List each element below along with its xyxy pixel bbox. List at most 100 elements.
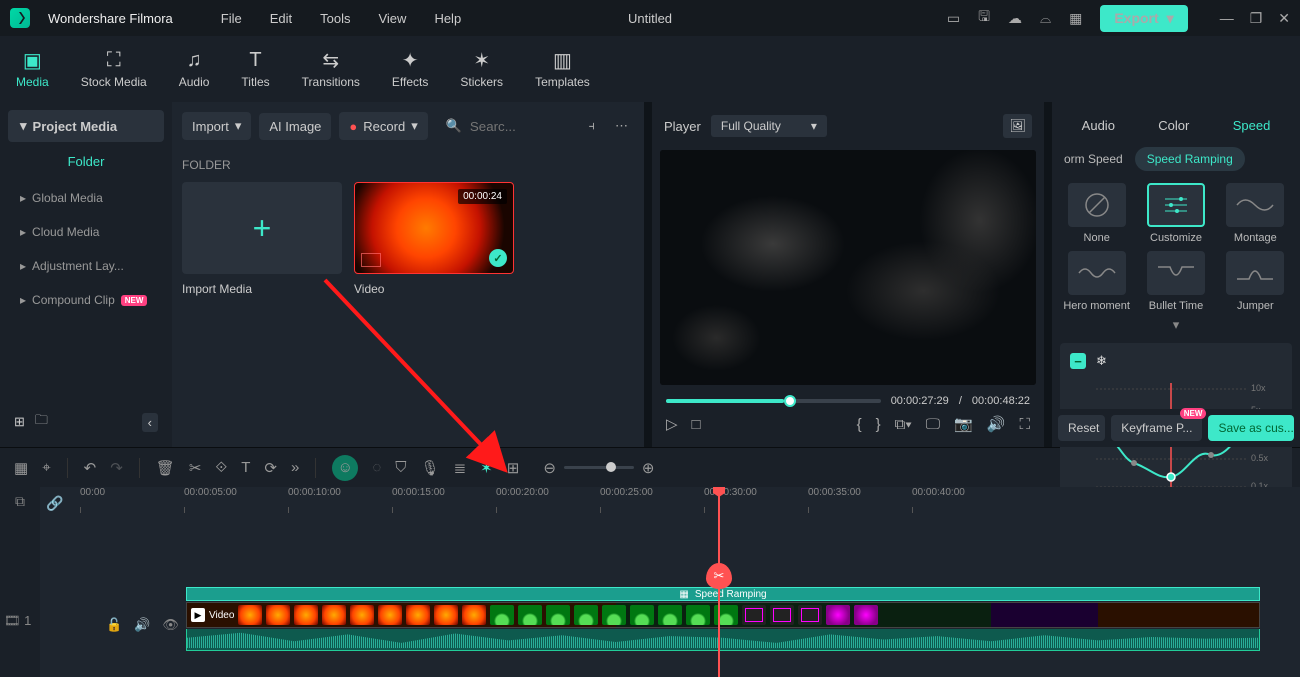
crop-icon[interactable]: ⟐ bbox=[215, 459, 227, 476]
more-tools-icon[interactable]: » bbox=[291, 459, 299, 476]
new-folder-icon[interactable]: 🗀 bbox=[35, 411, 48, 433]
menu-view[interactable]: View bbox=[378, 11, 406, 26]
preview-canvas[interactable] bbox=[660, 150, 1036, 385]
minimize-button[interactable]: — bbox=[1220, 10, 1234, 27]
ai-assistant-icon[interactable]: ☺ bbox=[332, 455, 358, 481]
scrub-thumb[interactable] bbox=[784, 395, 796, 407]
visibility-icon[interactable]: 👁 bbox=[162, 617, 179, 633]
tab-titles[interactable]: TTitles bbox=[225, 49, 285, 89]
cloud-icon[interactable]: ☁ bbox=[1008, 10, 1022, 27]
tab-transitions[interactable]: ⇆Transitions bbox=[286, 49, 376, 89]
folder-tab[interactable]: Folder bbox=[8, 142, 164, 181]
marker-icon[interactable]: ✶ bbox=[480, 459, 493, 477]
close-button[interactable]: ✕ bbox=[1278, 10, 1290, 27]
sidebar-global-media[interactable]: ▸Global Media bbox=[8, 181, 164, 215]
save-custom-button[interactable]: Save as cus... bbox=[1208, 415, 1294, 441]
speed-ramping-tab[interactable]: Speed Ramping bbox=[1135, 147, 1245, 171]
video-track-icon[interactable]: 🎞 1 bbox=[4, 613, 31, 629]
preset-bullet-time[interactable]: Bullet Time bbox=[1139, 251, 1212, 313]
tab-templates[interactable]: ▥Templates bbox=[519, 49, 606, 89]
grid-icon[interactable]: ▦ bbox=[1069, 10, 1082, 27]
tab-media[interactable]: ▣Media bbox=[0, 49, 65, 89]
preset-jumper[interactable]: Jumper bbox=[1219, 251, 1292, 313]
zoom-slider[interactable] bbox=[564, 466, 634, 469]
add-media-icon[interactable]: ⊞ bbox=[507, 459, 520, 477]
tab-speed[interactable]: Speed bbox=[1223, 114, 1281, 137]
more-icon[interactable]: ⋯ bbox=[609, 112, 634, 140]
camera-icon[interactable]: 📷 bbox=[954, 415, 973, 433]
mute-icon[interactable]: 🔊 bbox=[134, 617, 150, 633]
link-icon[interactable]: 🔗 bbox=[46, 495, 63, 512]
menu-file[interactable]: File bbox=[221, 11, 242, 26]
tab-audio[interactable]: Audio bbox=[1072, 114, 1125, 137]
freeze-frame-icon[interactable]: ❄ bbox=[1096, 353, 1107, 369]
play-button[interactable]: ▷ bbox=[666, 415, 678, 433]
expand-presets[interactable]: ▾ bbox=[1060, 317, 1292, 333]
grid-icon[interactable]: ▦ bbox=[14, 459, 28, 477]
volume-icon[interactable]: 🔊 bbox=[987, 415, 1006, 433]
remove-keyframe-icon[interactable]: − bbox=[1070, 353, 1086, 369]
add-folder-icon[interactable]: ⊞ bbox=[14, 414, 25, 430]
sidebar-cloud-media[interactable]: ▸Cloud Media bbox=[8, 215, 164, 249]
delete-icon[interactable]: 🗑 bbox=[156, 459, 175, 477]
preset-hero-moment[interactable]: Hero moment bbox=[1060, 251, 1133, 313]
shield-icon[interactable]: ⛉ bbox=[395, 459, 406, 476]
uniform-speed-tab[interactable]: orm Speed bbox=[1060, 147, 1127, 171]
scrub-track[interactable] bbox=[666, 399, 881, 403]
stop-button[interactable]: □ bbox=[692, 416, 701, 433]
save-icon[interactable]: 🖫 bbox=[978, 6, 990, 30]
speed-icon[interactable]: ⟳ bbox=[264, 459, 277, 477]
zoom-out-icon[interactable]: ⊖ bbox=[543, 459, 556, 477]
undo-icon[interactable]: ↶ bbox=[84, 459, 97, 477]
sidebar-adjustment-layer[interactable]: ▸Adjustment Lay... bbox=[8, 249, 164, 283]
speed-ramp-clip[interactable]: ▦Speed Ramping bbox=[186, 587, 1260, 601]
quick-split-button[interactable]: ✂ bbox=[706, 563, 732, 589]
preset-customize[interactable]: Customize bbox=[1139, 183, 1212, 245]
mark-out-icon[interactable]: } bbox=[876, 416, 881, 433]
ai-image-button[interactable]: AI Image bbox=[259, 113, 331, 140]
import-media-card[interactable]: + Import Media bbox=[182, 182, 342, 296]
search-input[interactable] bbox=[470, 119, 530, 134]
export-button[interactable]: Export ▾ bbox=[1100, 5, 1187, 32]
tab-effects[interactable]: ✦Effects bbox=[376, 49, 444, 89]
preset-montage[interactable]: Montage bbox=[1219, 183, 1292, 245]
zoom-in-icon[interactable]: ⊕ bbox=[642, 459, 655, 477]
sidebar-compound-clip[interactable]: ▸Compound ClipNEW bbox=[8, 283, 164, 317]
lock-icon[interactable]: 🔓 bbox=[106, 617, 122, 633]
preset-none[interactable]: None bbox=[1060, 183, 1133, 245]
mic-icon[interactable]: 🎙 bbox=[421, 459, 440, 477]
tab-stock-media[interactable]: ⛶Stock Media bbox=[65, 49, 163, 89]
record-button[interactable]: ●Record▾ bbox=[339, 112, 427, 140]
video-clip[interactable]: ▶ Video bbox=[186, 602, 1260, 628]
redo-icon[interactable]: ↷ bbox=[110, 459, 123, 477]
captions-icon[interactable]: ≣ bbox=[454, 459, 467, 477]
tab-stickers[interactable]: ✶Stickers bbox=[444, 49, 519, 89]
tab-audio[interactable]: ♫Audio bbox=[163, 49, 226, 89]
project-media-header[interactable]: ▾Project Media bbox=[8, 110, 164, 142]
split-icon[interactable]: ✂ bbox=[189, 459, 202, 477]
display-icon[interactable]: 🖵 bbox=[926, 416, 940, 433]
timeline-mode-icon[interactable]: ⧉ bbox=[15, 493, 25, 510]
audio-clip[interactable] bbox=[186, 629, 1260, 651]
time-ruler[interactable]: 00:00 00:00:05:00 00:00:10:00 00:00:15:0… bbox=[80, 487, 1300, 517]
pointer-icon[interactable]: ⌖ bbox=[42, 459, 50, 476]
filter-icon[interactable]: ⫞ bbox=[583, 112, 602, 140]
video-media-card[interactable]: 00:00:24 ✓ Video bbox=[354, 182, 514, 296]
zoom-thumb[interactable] bbox=[606, 462, 616, 472]
crop-icon[interactable]: ⧉▾ bbox=[895, 416, 912, 433]
headphones-icon[interactable]: ⌓ bbox=[1040, 10, 1051, 27]
import-button[interactable]: Import▾ bbox=[182, 112, 251, 140]
text-icon[interactable]: T bbox=[241, 459, 250, 476]
fullscreen-icon[interactable]: ⛶ bbox=[1019, 416, 1030, 433]
menu-help[interactable]: Help bbox=[434, 11, 461, 26]
fullscreen-icon[interactable]: ▭ bbox=[947, 10, 960, 27]
menu-edit[interactable]: Edit bbox=[270, 11, 292, 26]
quality-select[interactable]: Full Quality▾ bbox=[711, 115, 827, 137]
collapse-icon[interactable]: ‹ bbox=[142, 413, 158, 432]
tab-color[interactable]: Color bbox=[1148, 114, 1199, 137]
snapshot-icon[interactable]: 🖼 bbox=[1003, 114, 1032, 138]
menu-tools[interactable]: Tools bbox=[320, 11, 350, 26]
mark-in-icon[interactable]: { bbox=[857, 416, 862, 433]
maximize-button[interactable]: ❐ bbox=[1250, 10, 1263, 27]
render-icon[interactable]: ◌ bbox=[372, 459, 381, 476]
